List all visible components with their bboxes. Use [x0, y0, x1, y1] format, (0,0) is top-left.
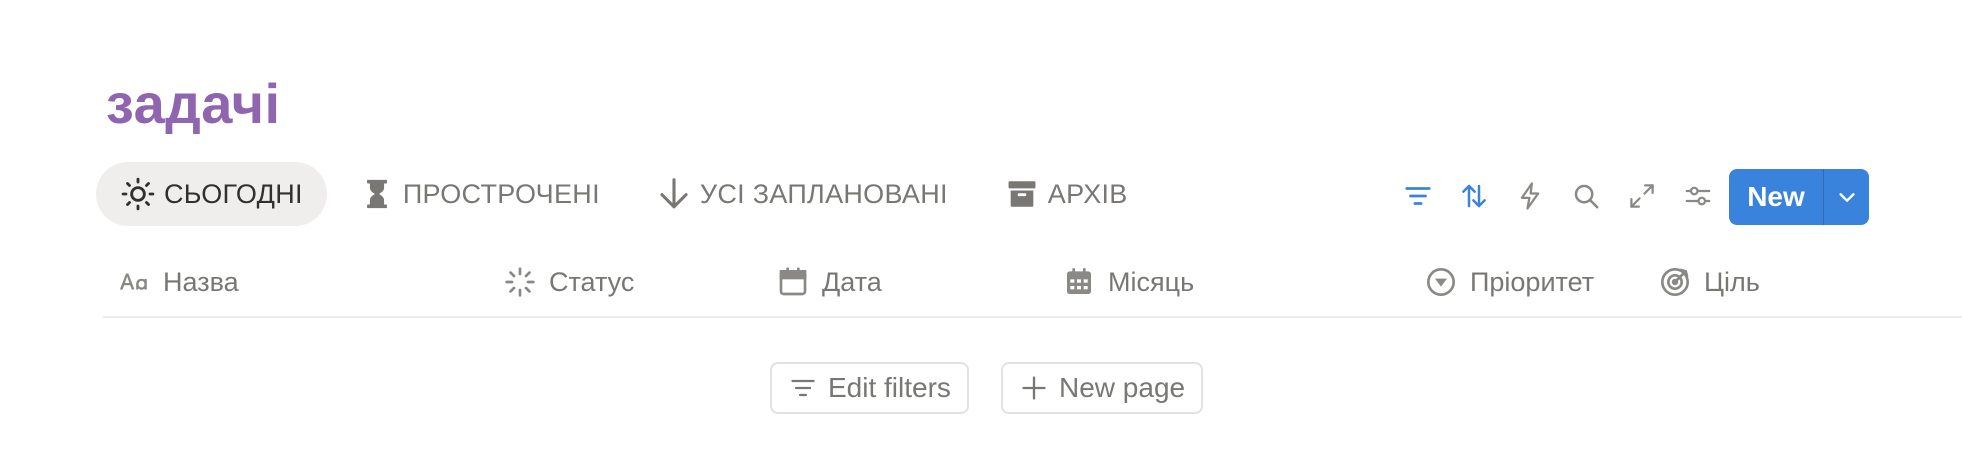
column-header-status[interactable]: Статус — [503, 254, 634, 310]
page-title[interactable]: задачі — [106, 72, 281, 136]
column-header-priority[interactable]: Пріоритет — [1424, 254, 1594, 310]
automation-button[interactable] — [1502, 168, 1558, 224]
new-page-button[interactable]: New page — [1001, 362, 1204, 414]
column-label: Назва — [163, 266, 239, 297]
tab-label: УСІ ЗАПЛАНОВАНІ — [699, 178, 948, 209]
priority-select-icon — [1424, 265, 1458, 299]
view-toolbar — [1390, 168, 1726, 224]
status-spinner-icon — [503, 265, 537, 299]
filter-icon — [1405, 187, 1431, 205]
new-button[interactable]: New — [1729, 169, 1823, 225]
tab-label: ПРОСТРОЧЕНІ — [402, 178, 600, 209]
hourglass-icon — [359, 176, 395, 212]
tab-today[interactable]: СЬОГОДНІ — [96, 162, 327, 226]
target-icon — [1658, 265, 1692, 299]
search-icon — [1574, 184, 1599, 209]
calendar-grid-icon — [1062, 265, 1096, 299]
plus-icon — [1019, 373, 1049, 403]
tab-archive[interactable]: АРХІВ — [980, 162, 1152, 226]
column-header-date[interactable]: Дата — [776, 254, 882, 310]
archive-box-icon — [1004, 176, 1040, 212]
view-settings-button[interactable] — [1670, 168, 1726, 224]
filter-button[interactable] — [1390, 168, 1446, 224]
new-page-label: New page — [1059, 372, 1186, 403]
column-label: Ціль — [1704, 266, 1760, 297]
chevron-down-icon — [1838, 193, 1855, 202]
expand-icon — [1630, 184, 1654, 208]
column-header-name[interactable]: Назва — [117, 254, 239, 310]
open-full-page-button[interactable] — [1614, 168, 1670, 224]
column-label: Місяць — [1108, 266, 1195, 297]
column-label: Статус — [549, 266, 635, 297]
sort-icon — [1462, 184, 1486, 208]
tab-label: СЬОГОДНІ — [164, 178, 303, 209]
text-aa-icon — [117, 265, 151, 299]
column-header-goal[interactable]: Ціль — [1658, 254, 1760, 310]
edit-filters-button[interactable]: Edit filters — [770, 362, 969, 414]
filter-icon — [788, 373, 818, 403]
column-label: Пріоритет — [1470, 266, 1595, 297]
search-button[interactable] — [1558, 168, 1614, 224]
tab-all-scheduled[interactable]: УСІ ЗАПЛАНОВАНІ — [632, 162, 972, 226]
tab-label: АРХІВ — [1047, 178, 1128, 209]
column-label: Дата — [822, 266, 882, 297]
arrow-down-icon — [656, 176, 692, 212]
table-header: Назва Статус Дата Місяць Пріоритет Ціль — [103, 254, 1962, 318]
sliders-icon — [1685, 186, 1711, 206]
column-header-month[interactable]: Місяць — [1062, 254, 1194, 310]
sort-button[interactable] — [1446, 168, 1502, 224]
sun-icon — [120, 176, 156, 212]
edit-filters-label: Edit filters — [828, 372, 951, 403]
tab-overdue[interactable]: ПРОСТРОЧЕНІ — [335, 162, 624, 226]
lightning-icon — [1520, 182, 1540, 210]
new-dropdown-button[interactable] — [1824, 169, 1869, 225]
new-button-group: New — [1729, 169, 1869, 225]
view-tabs: СЬОГОДНІ ПРОСТРОЧЕНІ УСІ ЗАПЛАНОВАНІ АРХ… — [96, 162, 1160, 226]
calendar-icon — [776, 265, 810, 299]
